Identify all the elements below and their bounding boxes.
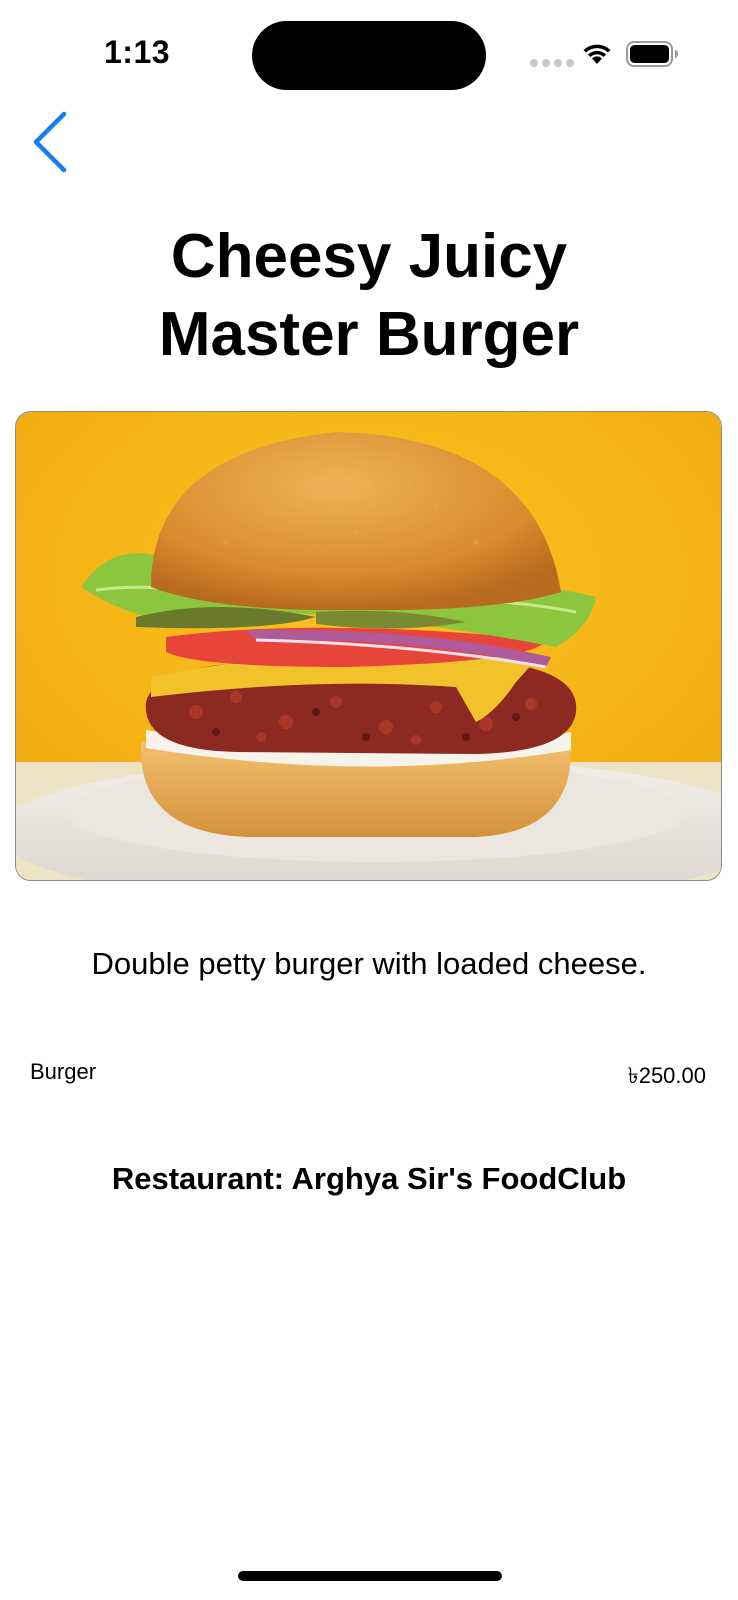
chevron-left-icon: [33, 111, 67, 173]
dynamic-island: [252, 21, 486, 90]
wifi-icon: [580, 40, 614, 71]
status-time: 1:13: [104, 34, 171, 70]
item-price: ৳250.00: [627, 1063, 706, 1088]
title-line-2: Master Burger: [158, 300, 580, 369]
battery-icon: [626, 40, 680, 73]
cellular-signal-icon: [530, 59, 574, 67]
home-indicator[interactable]: [238, 1571, 502, 1581]
restaurant-name: Restaurant: Arghya Sir's FoodClub: [111, 1161, 627, 1196]
item-description: Double petty burger with loaded cheese.: [91, 946, 647, 981]
back-button[interactable]: [28, 108, 76, 176]
page-title: Cheesy Juicy Master Burger: [0, 218, 738, 374]
burger-photo: [15, 411, 722, 881]
title-line-1: Cheesy Juicy: [170, 222, 568, 291]
item-category: Burger: [30, 1059, 97, 1084]
status-bar: 1:13: [0, 0, 738, 110]
